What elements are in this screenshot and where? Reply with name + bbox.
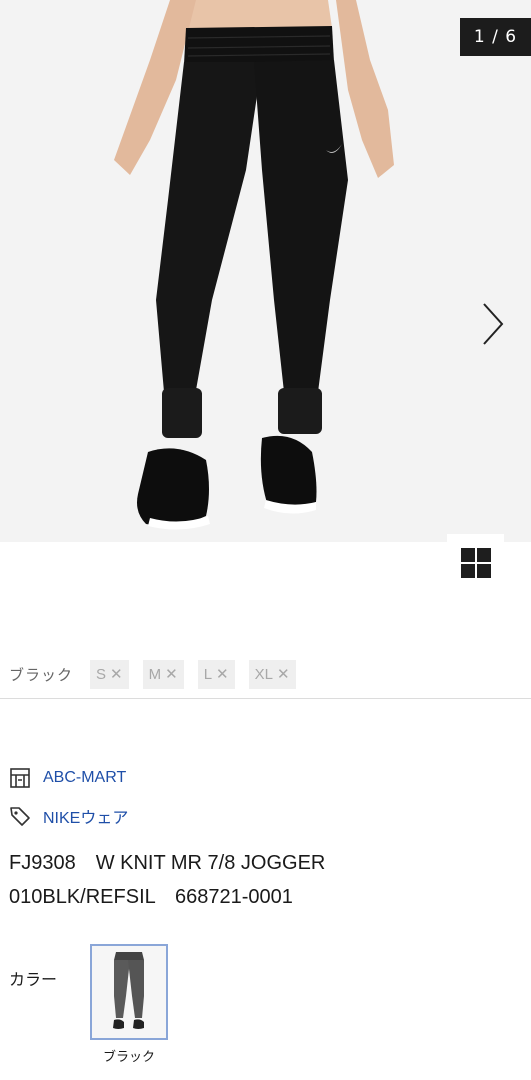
next-image-arrow-icon[interactable] bbox=[481, 302, 505, 346]
color-swatch-black[interactable] bbox=[90, 944, 168, 1040]
unavailable-x-icon: ✕ bbox=[216, 666, 229, 683]
product-image-gallery[interactable]: 1 / 6 bbox=[0, 0, 531, 542]
grid-icon bbox=[460, 547, 491, 578]
category-name: NIKEウェア bbox=[43, 810, 129, 827]
shop-link[interactable]: ABC-MART bbox=[9, 767, 126, 789]
unavailable-x-icon: ✕ bbox=[110, 666, 123, 683]
swatch-thumbnail bbox=[113, 952, 144, 1029]
grid-view-button[interactable] bbox=[447, 534, 504, 591]
size-chip-m[interactable]: M ✕ bbox=[142, 659, 184, 689]
product-title: FJ9308 W KNIT MR 7/8 JOGGER bbox=[9, 852, 326, 874]
size-chip-xl[interactable]: XL ✕ bbox=[248, 659, 296, 689]
unavailable-x-icon: ✕ bbox=[165, 666, 178, 683]
store-icon bbox=[10, 768, 30, 788]
color-label: カラー bbox=[9, 970, 58, 989]
product-photo-pants bbox=[114, 0, 394, 530]
tag-icon bbox=[10, 807, 30, 826]
swatch-caption: ブラック bbox=[102, 1050, 155, 1065]
image-counter: 1 / 6 bbox=[460, 18, 531, 56]
size-availability-row: ブラック S ✕ M ✕ L ✕ XL ✕ bbox=[9, 659, 310, 689]
product-codes: 010BLK/REFSIL 668721-0001 bbox=[9, 886, 293, 908]
shop-name: ABC-MART bbox=[43, 769, 127, 786]
size-row-color-name: ブラック bbox=[9, 665, 74, 684]
size-chip-s[interactable]: S ✕ bbox=[90, 659, 129, 689]
category-link[interactable]: NIKEウェア bbox=[9, 804, 128, 828]
unavailable-x-icon: ✕ bbox=[276, 666, 290, 683]
section-divider bbox=[0, 698, 531, 699]
size-chip-l[interactable]: L ✕ bbox=[197, 659, 235, 689]
